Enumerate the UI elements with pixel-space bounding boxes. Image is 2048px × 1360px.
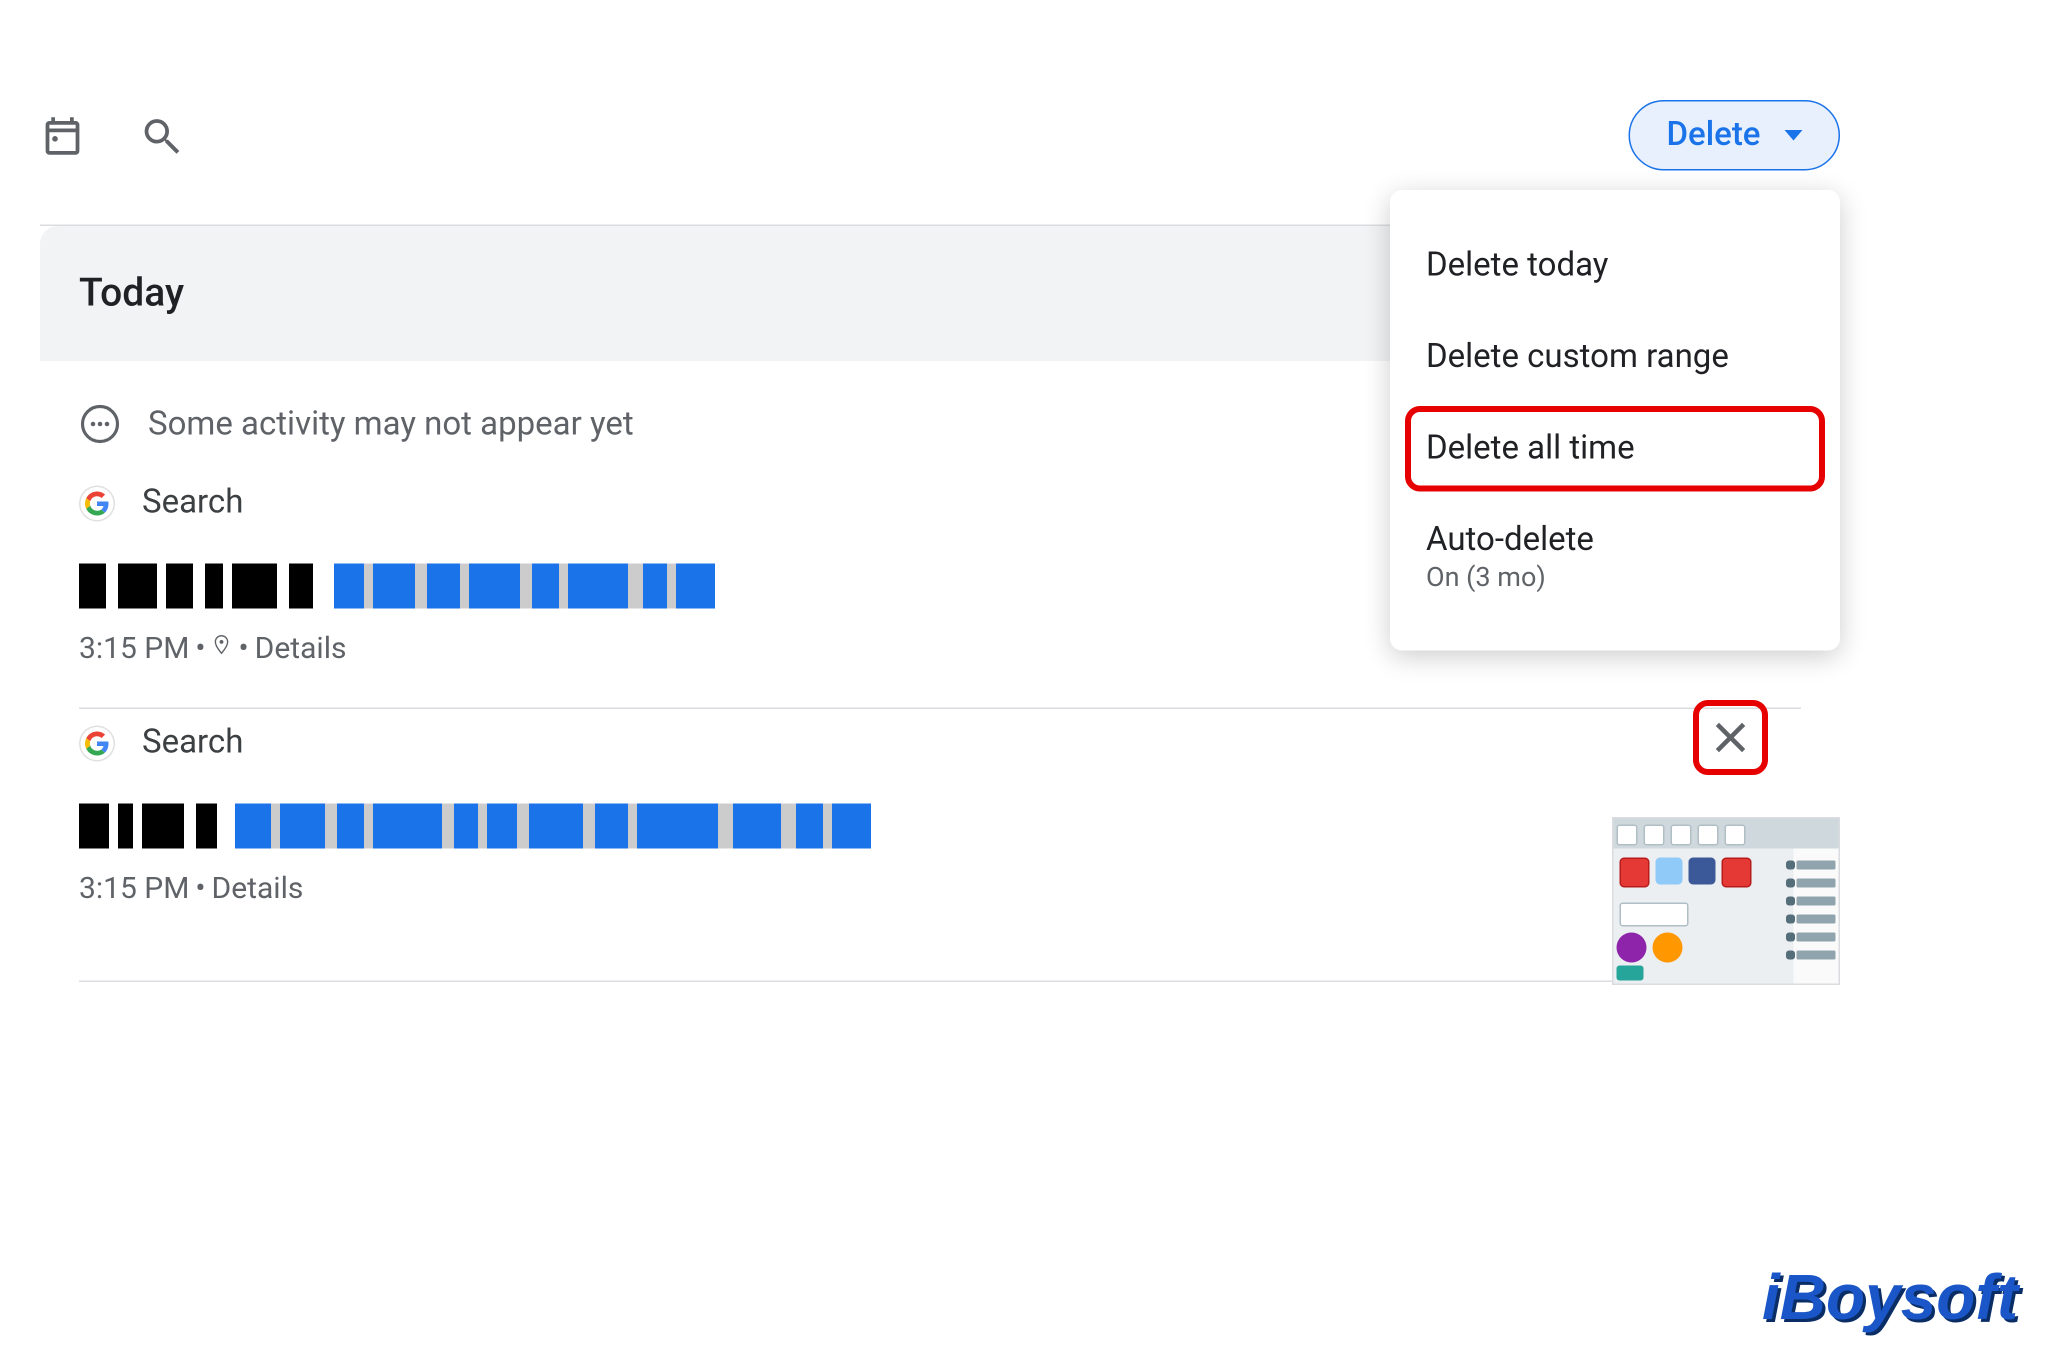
row-right-controls — [1612, 700, 1840, 985]
activity-meta: 3:15 PM • Details — [40, 870, 1840, 948]
activity-pending-text: Some activity may not appear yet — [148, 405, 634, 443]
activity-details-link[interactable]: Details — [255, 630, 347, 666]
menu-item-delete-custom-range[interactable]: Delete custom range — [1390, 312, 1840, 404]
activity-time: 3:15 PM — [79, 630, 189, 666]
annotation-highlight — [1693, 700, 1768, 775]
activity-source-label: Search — [142, 724, 243, 762]
google-icon — [79, 725, 115, 761]
more-horiz-icon — [79, 403, 121, 445]
auto-delete-subtext: On (3 mo) — [1426, 562, 1804, 594]
google-icon — [79, 485, 115, 521]
activity-title-redacted — [79, 804, 1801, 849]
delete-activity-button[interactable] — [1702, 709, 1759, 766]
top-left-toolbar — [40, 113, 184, 158]
activity-time: 3:15 PM — [79, 870, 189, 906]
activity-source-label: Search — [142, 484, 243, 522]
location-pin-icon — [212, 630, 233, 666]
delete-dropdown-menu: Delete today Delete custom range Delete … — [1390, 190, 1840, 651]
menu-item-auto-delete[interactable]: Auto-delete On (3 mo) — [1390, 495, 1840, 621]
activity-source-row: Search — [40, 709, 1840, 777]
menu-item-delete-today[interactable]: Delete today — [1390, 220, 1840, 312]
delete-button-label: Delete — [1667, 117, 1761, 155]
watermark-logo: iBoysoft — [1762, 1260, 2018, 1334]
delete-dropdown-button[interactable]: Delete — [1629, 100, 1840, 171]
activity-thumbnail — [1612, 817, 1840, 985]
menu-item-delete-all-time[interactable]: Delete all time — [1390, 403, 1840, 495]
chevron-down-icon — [1785, 130, 1803, 141]
activity-details-link[interactable]: Details — [212, 870, 304, 906]
activity-item: Search — [40, 709, 1840, 948]
divider — [79, 981, 1801, 983]
calendar-icon[interactable] — [40, 113, 85, 158]
search-icon[interactable] — [139, 113, 184, 158]
top-bar: Delete Delete today Delete custom range … — [40, 100, 1840, 225]
